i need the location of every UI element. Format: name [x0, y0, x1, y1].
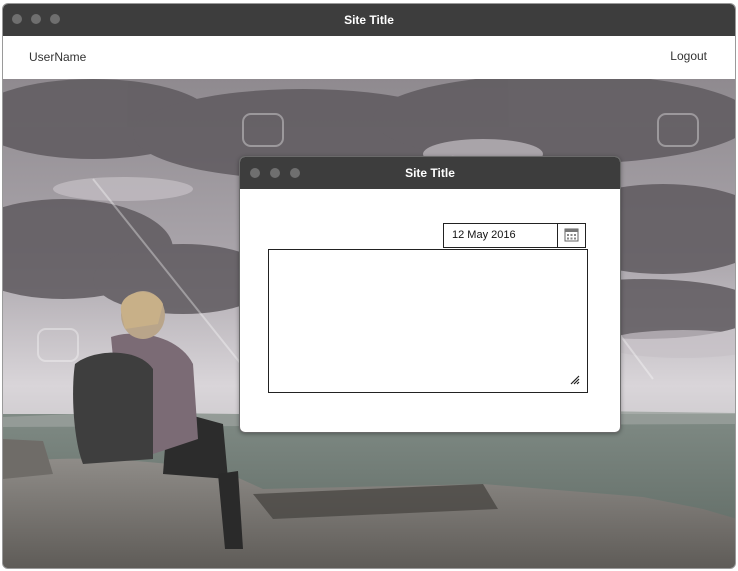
resize-grip-icon[interactable]	[570, 375, 580, 385]
date-picker-field[interactable]: 12 May 2016	[443, 223, 586, 248]
username-label: UserName	[29, 50, 87, 64]
window-title: Site Title	[344, 13, 394, 27]
date-note-dialog: Site Title 12 May 2016	[239, 156, 621, 433]
notes-textarea[interactable]	[268, 249, 588, 393]
logout-link[interactable]: Logout	[670, 36, 707, 77]
date-value: 12 May 2016	[452, 229, 516, 241]
window-titlebar: Site Title	[3, 4, 735, 36]
calendar-button[interactable]	[557, 224, 585, 247]
dialog-title: Site Title	[405, 166, 455, 180]
calendar-icon	[564, 228, 579, 242]
top-nav-bar: UserName Logout	[3, 36, 735, 79]
dialog-titlebar: Site Title	[240, 157, 620, 189]
